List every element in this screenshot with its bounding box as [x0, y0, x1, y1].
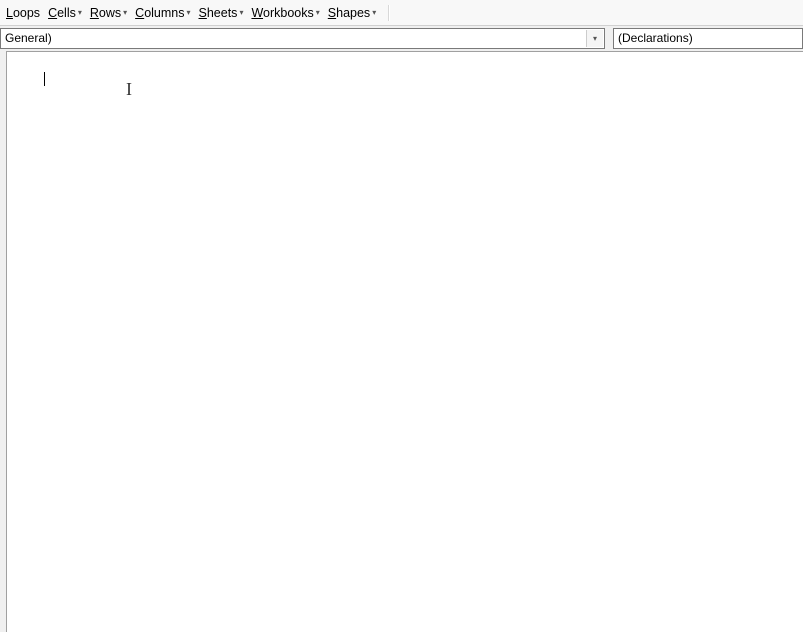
toolbar: LoopsCells▾Rows▾Columns▾Sheets▾Workbooks…: [0, 0, 803, 26]
menu-cells[interactable]: Cells▾: [44, 2, 86, 24]
toolbar-overflow-handle[interactable]: [384, 2, 394, 24]
chevron-down-icon: ▾: [239, 8, 243, 17]
chevron-down-icon: ▾: [123, 8, 127, 17]
menu-cells-label: Cells: [48, 6, 76, 20]
menu-rows-label: Rows: [90, 6, 121, 20]
procedure-combo-text: (Declarations): [618, 31, 798, 45]
code-editor[interactable]: [7, 52, 803, 632]
procedure-combo[interactable]: (Declarations): [613, 28, 803, 49]
combo-row: General) ▾ (Declarations): [0, 26, 803, 50]
chevron-down-icon: ▾: [78, 8, 82, 17]
code-editor-frame: [6, 51, 803, 632]
chevron-down-icon: ▾: [372, 8, 376, 17]
menu-workbooks[interactable]: Workbooks▾: [247, 2, 323, 24]
menu-shapes-label: Shapes: [328, 6, 370, 20]
chevron-down-icon: ▾: [316, 8, 320, 17]
object-combo-text: General): [5, 31, 586, 45]
chevron-down-icon: ▾: [186, 8, 190, 17]
chevron-down-icon[interactable]: ▾: [586, 30, 603, 47]
menu-columns-label: Columns: [135, 6, 184, 20]
menu-rows[interactable]: Rows▾: [86, 2, 131, 24]
object-combo[interactable]: General) ▾: [0, 28, 605, 49]
menu-loops-label: Loops: [6, 6, 40, 20]
grip-icon: [388, 5, 390, 21]
menu-columns[interactable]: Columns▾: [131, 2, 194, 24]
menu-workbooks-label: Workbooks: [251, 6, 313, 20]
text-caret: [44, 72, 45, 86]
menu-sheets-label: Sheets: [199, 6, 238, 20]
menu-loops[interactable]: Loops: [2, 2, 44, 24]
menu-shapes[interactable]: Shapes▾: [324, 2, 380, 24]
menu-sheets[interactable]: Sheets▾: [195, 2, 248, 24]
